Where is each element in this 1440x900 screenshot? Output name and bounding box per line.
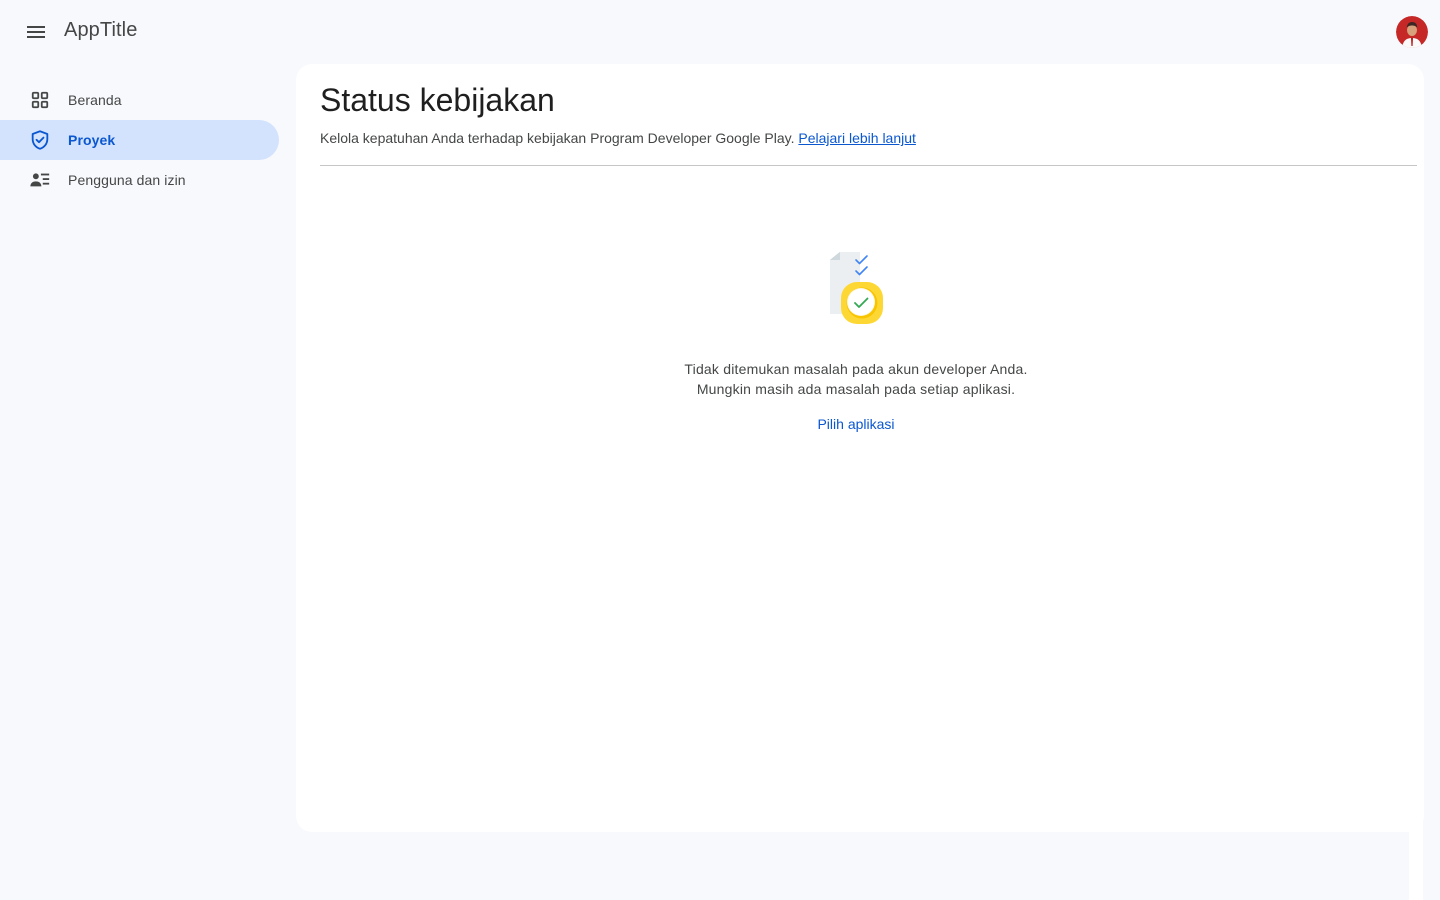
- main-content: Status kebijakan Kelola kepatuhan Anda t…: [296, 64, 1424, 832]
- header-divider: [320, 165, 1417, 166]
- menu-icon: [27, 26, 45, 38]
- sidebar-item-pengguna-dan-izin[interactable]: Pengguna dan izin: [0, 160, 279, 200]
- page-description-text: Kelola kepatuhan Anda terhadap kebijakan…: [320, 130, 795, 146]
- empty-state-line-1: Tidak ditemukan masalah pada akun develo…: [684, 361, 1028, 377]
- app-title: AppTitle: [64, 19, 138, 41]
- menu-button[interactable]: [20, 16, 52, 48]
- avatar-icon: [1396, 16, 1428, 48]
- page-title: Status kebijakan: [320, 82, 555, 118]
- top-app-bar: AppTitle: [0, 0, 1440, 64]
- empty-state-message: Tidak ditemukan masalah pada akun develo…: [556, 359, 1156, 399]
- learn-more-link[interactable]: Pelajari lebih lanjut: [798, 130, 916, 146]
- dashboard-icon: [28, 88, 52, 112]
- account-avatar[interactable]: [1396, 16, 1428, 48]
- shield-check-icon: [28, 128, 52, 152]
- sidebar-item-label: Proyek: [68, 132, 116, 148]
- sidebar-item-label: Pengguna dan izin: [68, 172, 186, 188]
- manage-accounts-icon: [28, 168, 52, 192]
- sidebar-nav: Beranda Proyek Pengguna dan izin: [0, 80, 280, 200]
- scrollbar-track[interactable]: [1409, 820, 1423, 900]
- sidebar-item-label: Beranda: [68, 92, 122, 108]
- policy-checklist-illustration: [826, 250, 886, 326]
- page-description: Kelola kepatuhan Anda terhadap kebijakan…: [320, 130, 916, 146]
- sidebar-item-beranda[interactable]: Beranda: [0, 80, 279, 120]
- empty-state-line-2: Mungkin masih ada masalah pada setiap ap…: [696, 381, 1016, 397]
- sidebar-item-proyek[interactable]: Proyek: [0, 120, 279, 160]
- select-app-button[interactable]: Pilih aplikasi: [796, 412, 916, 436]
